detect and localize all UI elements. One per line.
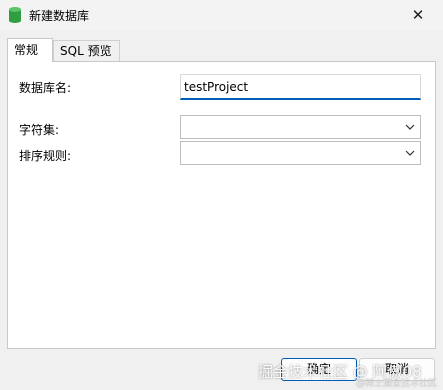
window-title: 新建数据库 [29,9,90,23]
charset-label: 字符集: [19,123,60,137]
watermark-sub: @稀土掘金技术社区 [356,379,438,389]
close-icon[interactable]: ✕ [407,4,429,26]
db-name-input[interactable] [180,74,421,100]
collation-label: 排序规则: [19,149,72,163]
chevron-down-icon [405,124,415,130]
tab-panel-general [7,61,436,349]
charset-select[interactable] [180,115,421,139]
chevron-down-icon [405,150,415,156]
collation-select[interactable] [180,141,421,165]
title-bar: 新建数据库 ✕ [0,0,443,30]
tab-general[interactable]: 常规 [7,38,53,62]
database-icon [9,7,21,23]
tab-sql-preview[interactable]: SQL 预览 [53,40,120,61]
db-name-label: 数据库名: [19,81,72,95]
